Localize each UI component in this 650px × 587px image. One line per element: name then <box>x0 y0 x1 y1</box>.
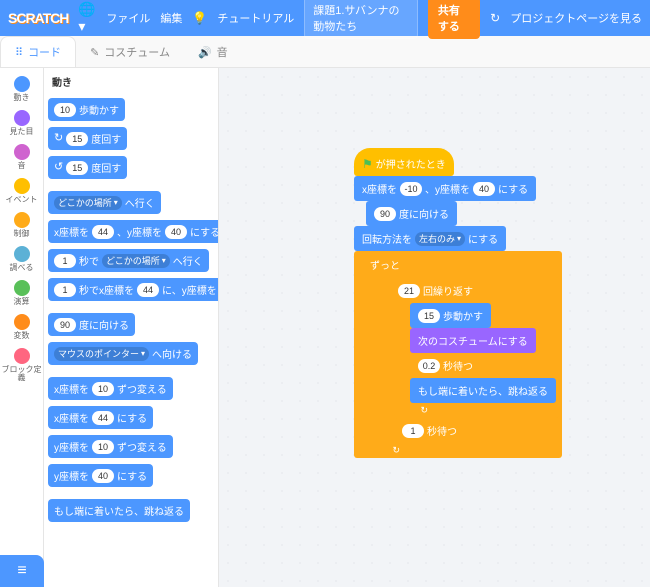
block-palette: 動き 10歩動かす ↻15度回す ↺15度回す どこかの場所▾へ行く x座標を4… <box>44 68 219 587</box>
block-turn-ccw[interactable]: ↺15度回す <box>48 156 127 179</box>
category-dot-icon <box>14 110 30 126</box>
costumes-icon: ✎ <box>90 46 99 59</box>
category-column: 動き見た目音イベント制御調べる演算変数ブロック定義 <box>0 68 44 587</box>
category-label: 調べる <box>10 264 34 272</box>
category-dot-icon <box>14 76 30 92</box>
category-label: 演算 <box>14 298 30 306</box>
backpack-icon: ≡ <box>17 562 26 580</box>
block-glide-to[interactable]: 1秒でどこかの場所▾へ行く <box>48 249 209 272</box>
category-label: 音 <box>18 162 26 170</box>
category-dot-icon <box>14 280 30 296</box>
tab-code[interactable]: ⠿ コード <box>0 36 76 67</box>
category-3[interactable]: イベント <box>6 176 38 206</box>
tutorials-icon: 💡 <box>192 11 207 25</box>
tab-sounds[interactable]: 🔊 音 <box>184 37 242 67</box>
category-label: イベント <box>6 196 38 204</box>
backpack-toggle[interactable]: ≡ <box>0 555 44 587</box>
sounds-icon: 🔊 <box>198 46 212 59</box>
category-label: ブロック定義 <box>0 366 43 382</box>
block-glide-xy[interactable]: 1秒でx座標を44に、y座標を4 <box>48 278 219 301</box>
script-stack[interactable]: ⚑が押されたとき x座標を-10、y座標を40にする 90度に向ける 回転方法を… <box>354 148 562 458</box>
category-1[interactable]: 見た目 <box>10 108 34 138</box>
language-icon[interactable]: 🌐▾ <box>78 1 96 35</box>
turn-ccw-icon: ↺ <box>54 162 63 173</box>
script-point-dir[interactable]: 90度に向ける <box>366 201 457 226</box>
block-bounce-edge[interactable]: もし端に着いたら、跳ね返る <box>48 499 190 522</box>
category-dot-icon <box>14 178 30 194</box>
category-5[interactable]: 調べる <box>10 244 34 274</box>
palette-header: 動き <box>48 74 214 89</box>
turn-cw-icon: ↻ <box>54 133 63 144</box>
script-next-costume[interactable]: 次のコスチュームにする <box>410 328 536 353</box>
script-bounce[interactable]: もし端に着いたら、跳ね返る <box>410 378 556 403</box>
forever-end-icon: ↻ <box>364 445 404 455</box>
code-icon: ⠿ <box>15 46 23 59</box>
script-workspace[interactable]: ⚑が押されたとき x座標を-10、y座標を40にする 90度に向ける 回転方法を… <box>219 68 650 587</box>
category-8[interactable]: ブロック定義 <box>0 346 43 384</box>
block-turn-cw[interactable]: ↻15度回す <box>48 127 127 150</box>
block-point-dir[interactable]: 90度に向ける <box>48 313 135 336</box>
block-goto[interactable]: どこかの場所▾へ行く <box>48 191 161 214</box>
category-6[interactable]: 演算 <box>14 278 30 308</box>
project-page-link[interactable]: プロジェクトページを見る <box>510 10 642 26</box>
category-2[interactable]: 音 <box>14 142 30 172</box>
block-repeat[interactable]: 21回繰り返す 15歩動かす 次のコスチュームにする 0.2秒待つ もし端に着い… <box>382 277 559 418</box>
category-label: 制御 <box>14 230 30 238</box>
category-label: 変数 <box>14 332 30 340</box>
tab-sounds-label: 音 <box>217 44 228 60</box>
category-dot-icon <box>14 246 30 262</box>
repeat-end-icon: ↻ <box>392 405 432 415</box>
block-forever[interactable]: ずっと 21回繰り返す 15歩動かす 次のコスチュームにする 0.2秒待つ もし… <box>354 251 562 458</box>
script-wait2[interactable]: 1秒待つ <box>394 418 465 443</box>
category-dot-icon <box>14 144 30 160</box>
category-0[interactable]: 動き <box>14 74 30 104</box>
scratch-logo[interactable]: SCRATCH <box>8 10 68 26</box>
editor-tabs: ⠿ コード ✎ コスチューム 🔊 音 <box>0 36 650 68</box>
category-4[interactable]: 制御 <box>14 210 30 240</box>
script-goto-xy[interactable]: x座標を-10、y座標を40にする <box>354 176 536 201</box>
block-when-flag-clicked[interactable]: ⚑が押されたとき <box>354 148 454 176</box>
block-point-towards[interactable]: マウスのポインター▾へ向ける <box>48 342 198 365</box>
share-button[interactable]: 共有する <box>428 0 480 39</box>
block-set-y[interactable]: y座標を40にする <box>48 464 153 487</box>
block-goto-xy[interactable]: x座標を44、y座標を40にする <box>48 220 219 243</box>
category-label: 動き <box>14 94 30 102</box>
script-rotation-style[interactable]: 回転方法を左右のみ▾にする <box>354 226 506 251</box>
block-change-x[interactable]: x座標を10ずつ変える <box>48 377 173 400</box>
tab-code-label: コード <box>28 44 61 60</box>
category-dot-icon <box>14 348 30 364</box>
block-move-steps[interactable]: 10歩動かす <box>48 98 125 121</box>
category-label: 見た目 <box>10 128 34 136</box>
tutorials-link[interactable]: チュートリアル <box>217 10 294 26</box>
edit-menu[interactable]: 編集 <box>160 10 182 26</box>
script-move-steps[interactable]: 15歩動かす <box>410 303 491 328</box>
category-dot-icon <box>14 212 30 228</box>
category-7[interactable]: 変数 <box>14 312 30 342</box>
category-dot-icon <box>14 314 30 330</box>
tab-costumes-label: コスチューム <box>104 44 170 60</box>
script-wait1[interactable]: 0.2秒待つ <box>410 353 481 378</box>
reload-icon[interactable]: ↻ <box>490 11 500 25</box>
tab-costumes[interactable]: ✎ コスチューム <box>76 37 184 67</box>
block-change-y[interactable]: y座標を10ずつ変える <box>48 435 173 458</box>
project-title-input[interactable]: 課題1.サバンナの動物たち <box>304 0 418 39</box>
file-menu[interactable]: ファイル <box>106 10 150 26</box>
top-menu-bar: SCRATCH 🌐▾ ファイル 編集 💡 チュートリアル 課題1.サバンナの動物… <box>0 0 650 36</box>
block-set-x[interactable]: x座標を44にする <box>48 406 153 429</box>
green-flag-icon: ⚑ <box>362 157 373 171</box>
